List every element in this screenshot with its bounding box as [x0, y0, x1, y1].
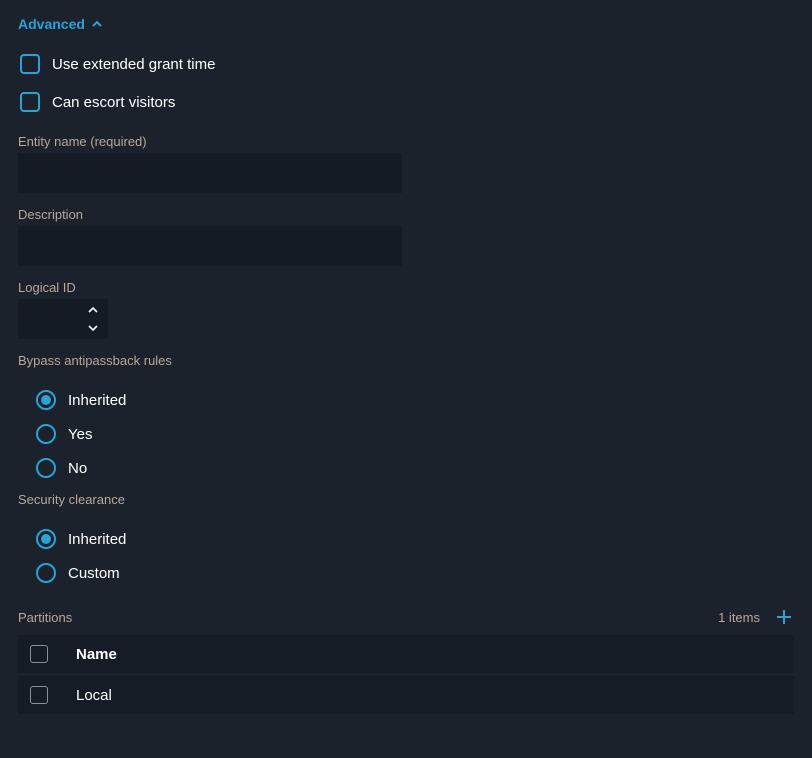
group-bypass-antipassback: Bypass antipassback rules Inherited Yes …	[18, 353, 794, 478]
checkbox-row-local[interactable]	[30, 686, 48, 704]
table-row[interactable]: Local	[18, 676, 794, 714]
label-escort-visitors: Can escort visitors	[52, 94, 175, 111]
field-entity-name: Entity name (required)	[18, 134, 794, 193]
radio-row-bypass-yes: Yes	[36, 424, 794, 444]
column-header-name: Name	[76, 646, 117, 663]
radio-label-bypass-yes: Yes	[68, 426, 92, 443]
cell-name-local: Local	[76, 687, 112, 704]
advanced-section-toggle[interactable]: Advanced	[18, 16, 103, 32]
label-bypass-antipassback: Bypass antipassback rules	[18, 353, 794, 368]
radio-row-bypass-inherited: Inherited	[36, 390, 794, 410]
stepper-down-button[interactable]	[78, 321, 108, 335]
radio-label-bypass-inherited: Inherited	[68, 392, 126, 409]
radio-label-bypass-no: No	[68, 460, 87, 477]
group-security-clearance: Security clearance Inherited Custom	[18, 492, 794, 583]
checkbox-select-all[interactable]	[30, 645, 48, 663]
input-logical-id[interactable]	[18, 299, 78, 339]
stepper-up-button[interactable]	[78, 303, 108, 317]
label-entity-name: Entity name (required)	[18, 134, 794, 149]
radio-bypass-inherited[interactable]	[36, 390, 56, 410]
row-extended-grant: Use extended grant time	[18, 54, 794, 74]
radio-clearance-inherited[interactable]	[36, 529, 56, 549]
radio-bypass-no[interactable]	[36, 458, 56, 478]
label-logical-id: Logical ID	[18, 280, 794, 295]
radio-clearance-custom[interactable]	[36, 563, 56, 583]
radio-row-clearance-custom: Custom	[36, 563, 794, 583]
plus-icon	[774, 607, 794, 627]
label-description: Description	[18, 207, 794, 222]
radio-label-clearance-custom: Custom	[68, 565, 120, 582]
partitions-table: Name Local	[18, 635, 794, 714]
label-partitions: Partitions	[18, 610, 72, 625]
checkbox-extended-grant[interactable]	[20, 54, 40, 74]
radio-label-clearance-inherited: Inherited	[68, 531, 126, 548]
stepper-buttons	[78, 299, 108, 339]
table-header-row: Name	[18, 635, 794, 673]
input-entity-name[interactable]	[18, 153, 402, 193]
label-extended-grant: Use extended grant time	[52, 56, 215, 73]
label-security-clearance: Security clearance	[18, 492, 794, 507]
field-description: Description	[18, 207, 794, 266]
radio-bypass-yes[interactable]	[36, 424, 56, 444]
radio-row-bypass-no: No	[36, 458, 794, 478]
chevron-down-icon	[88, 324, 98, 332]
radio-row-clearance-inherited: Inherited	[36, 529, 794, 549]
section-title: Advanced	[18, 16, 85, 32]
input-description[interactable]	[18, 226, 402, 266]
row-escort-visitors: Can escort visitors	[18, 92, 794, 112]
partitions-header: Partitions 1 items	[18, 607, 794, 627]
add-partition-button[interactable]	[774, 607, 794, 627]
checkbox-escort-visitors[interactable]	[20, 92, 40, 112]
partitions-count: 1 items	[718, 610, 760, 625]
chevron-up-icon	[88, 306, 98, 314]
chevron-up-icon	[91, 18, 103, 30]
field-logical-id: Logical ID	[18, 280, 794, 339]
